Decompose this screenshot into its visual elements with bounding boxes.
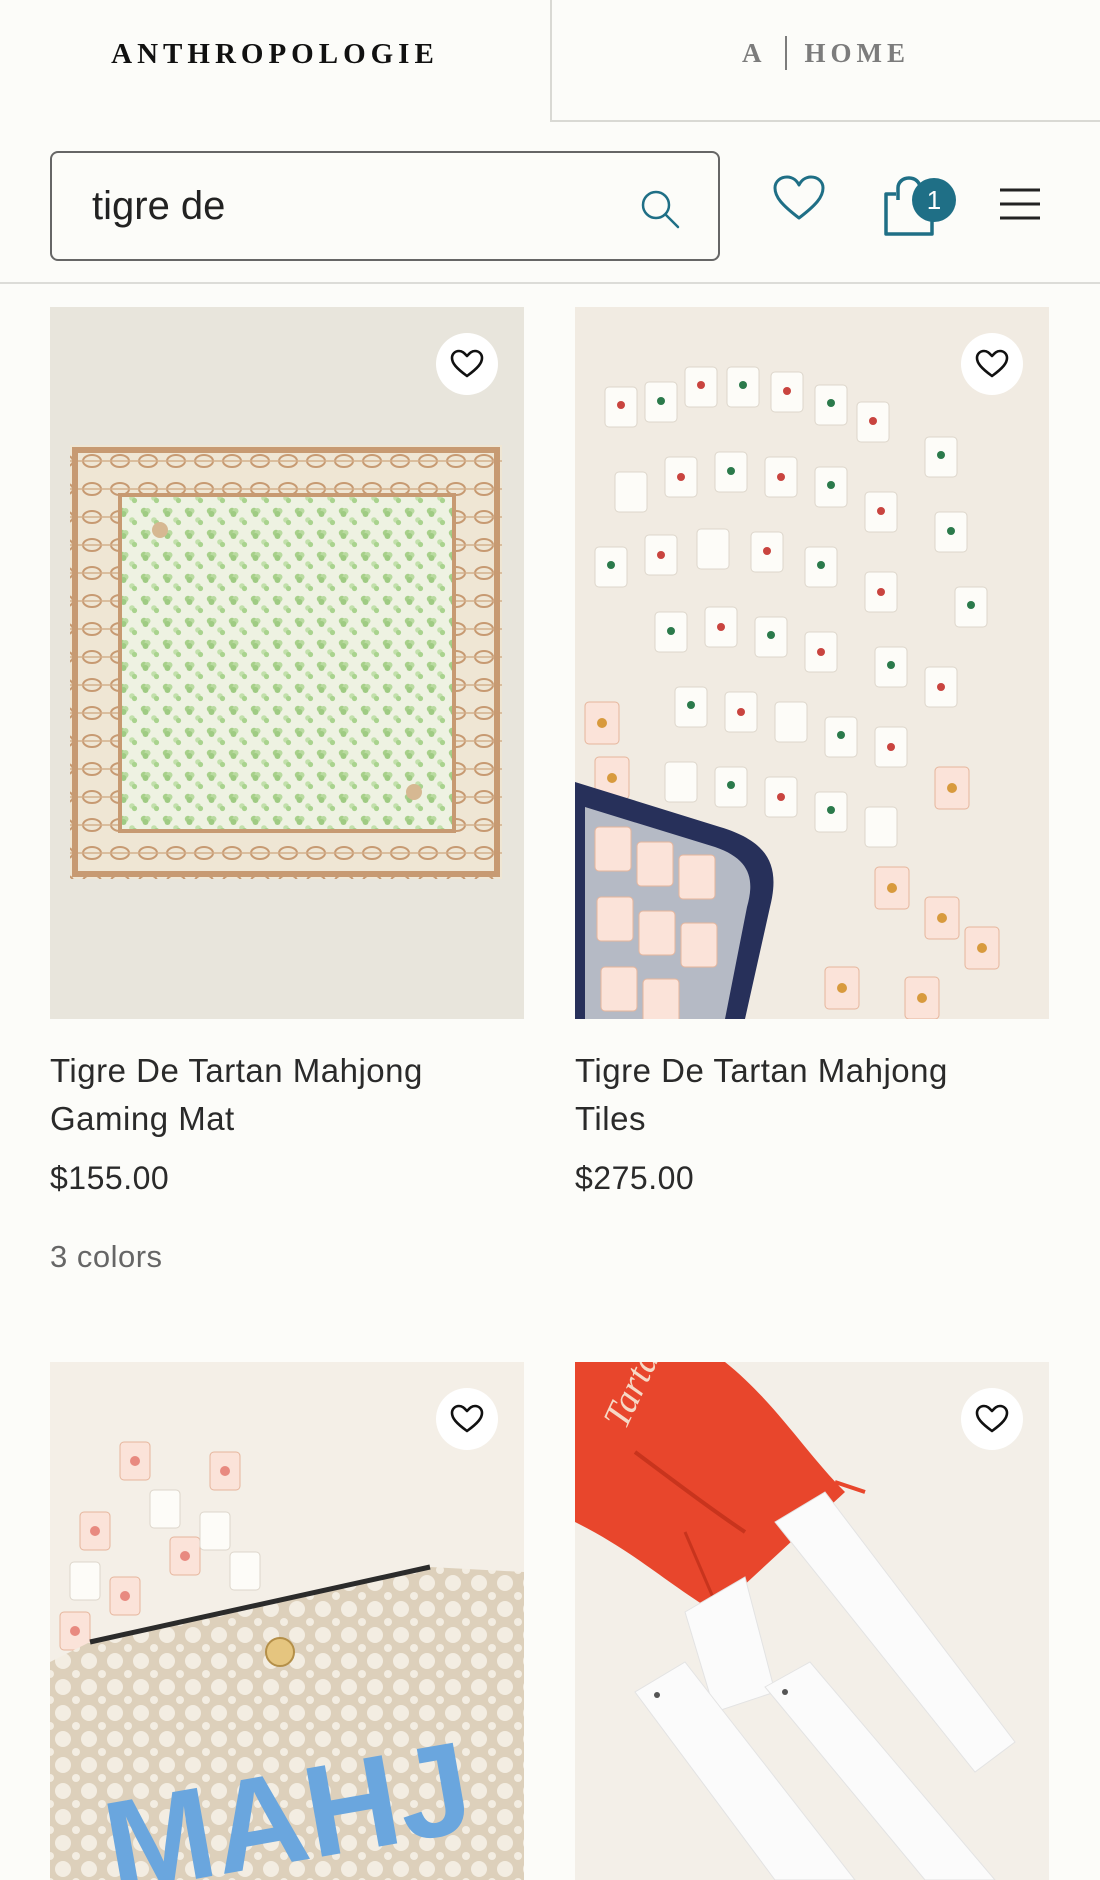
brand-logo-home[interactable]: A HOME [550,0,1100,122]
favorite-button[interactable] [961,1388,1023,1450]
search-box[interactable] [50,151,720,261]
heart-icon [450,1404,484,1433]
home-divider [784,36,787,70]
product-image-mahjong-tiles[interactable] [575,307,1049,1019]
heart-icon [975,1404,1009,1433]
product-colors-count[interactable]: 3 colors [50,1239,163,1275]
product-price: $155.00 [50,1160,170,1196]
home-label: HOME [804,37,910,68]
cart-count-badge: 1 [912,178,956,222]
favorite-button[interactable] [436,333,498,395]
favorite-button[interactable] [436,1388,498,1450]
heart-icon[interactable] [772,174,826,222]
product-name-line-2[interactable]: Gaming Mat [50,1095,524,1143]
heart-icon [975,349,1009,378]
brand-logo-anthropologie[interactable]: ANTHROPOLOGIE [0,0,550,108]
home-prefix: A [742,37,767,68]
favorite-button[interactable] [961,333,1023,395]
heart-icon [450,349,484,378]
product-name-line-2[interactable]: Tiles [575,1095,1049,1143]
product-name-line-1[interactable]: Tigre De Tartan Mahjong [575,1047,1049,1095]
search-icon[interactable] [638,187,682,231]
hamburger-menu-icon[interactable] [1000,188,1040,220]
product-name-line-1[interactable]: Tigre De Tartan Mahjong [50,1047,524,1095]
search-input[interactable] [90,182,614,230]
brand-bar: ANTHROPOLOGIE A HOME [0,0,1100,124]
product-price: $275.00 [575,1160,695,1196]
product-image-gaming-mat[interactable] [50,307,524,1019]
search-toolbar: 1 [0,124,1100,284]
